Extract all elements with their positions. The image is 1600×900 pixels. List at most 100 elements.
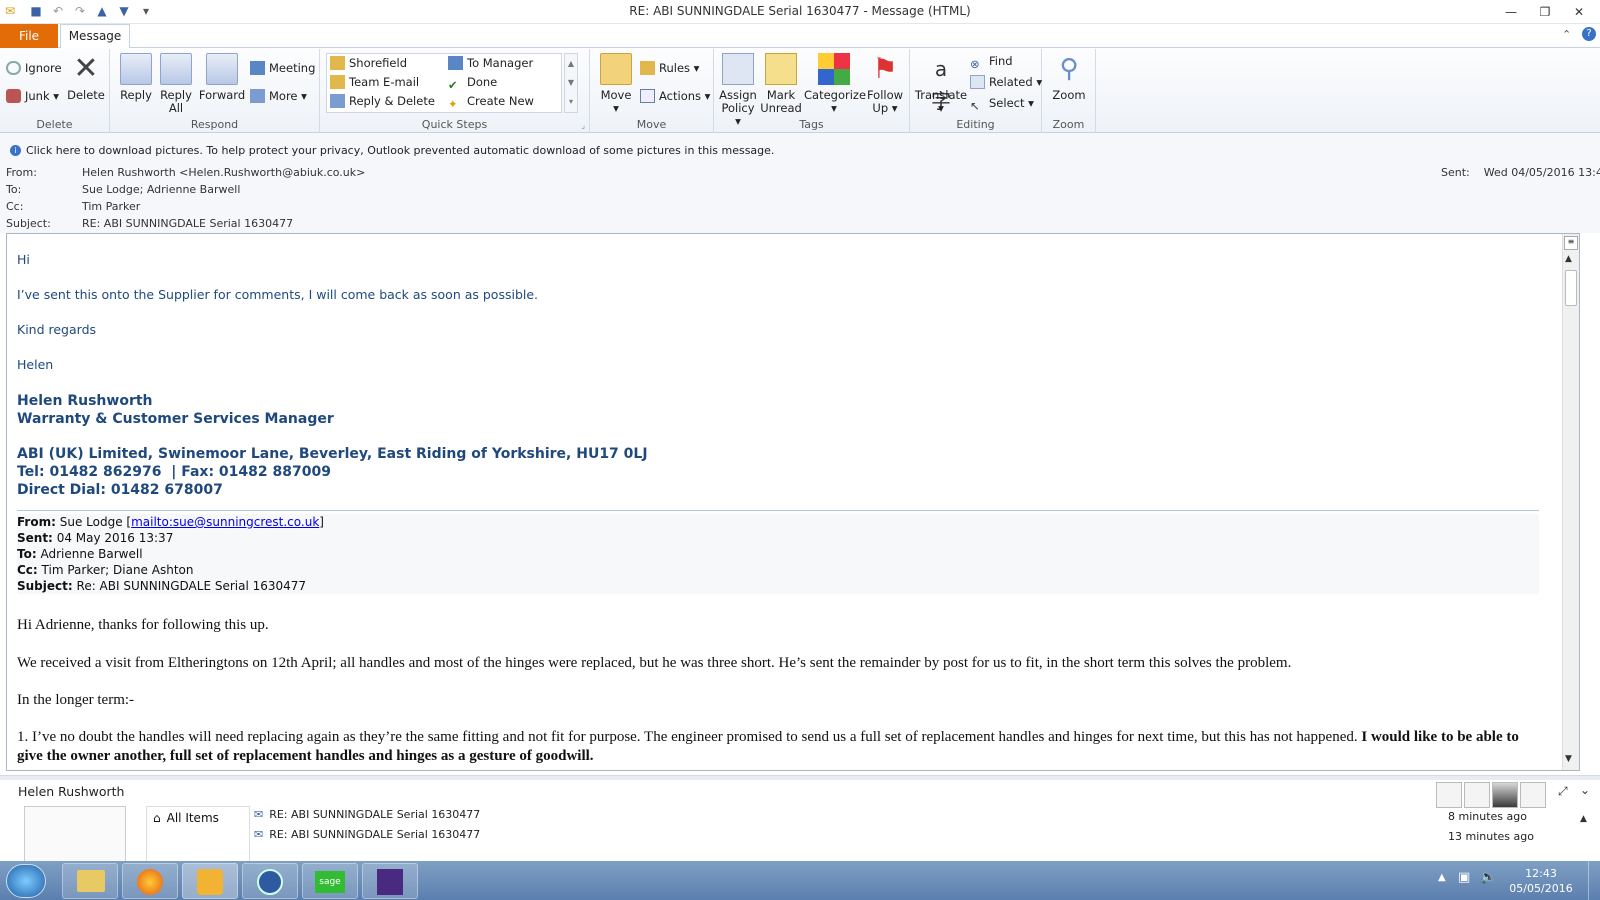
forward-button[interactable]: Forward [198,53,246,102]
scroll-down-icon[interactable]: ▼ [1565,754,1572,764]
related-button[interactable]: Related ▾ [970,73,1042,91]
taskbar-firefox[interactable] [122,863,178,899]
properties-icon[interactable]: ≡ [1564,236,1578,250]
reply-button[interactable]: Reply [116,53,156,102]
tab-file[interactable]: File [0,24,58,48]
restore-button[interactable]: ❐ [1532,2,1558,22]
tab-message[interactable]: Message [60,24,130,49]
expand-pane-icon[interactable]: ⤢ [1558,784,1568,799]
zoom-group: ⚲ Zoom Zoom [1042,49,1096,133]
ignore-icon [6,61,21,75]
mail-item-icon: ✉ [254,808,264,821]
quoted-paragraph-2: We received a visit from Eltheringtons o… [17,655,1292,671]
scroll-thumb[interactable] [1565,270,1577,306]
body-scrollbar[interactable]: ≡ ▲ ▼ [1562,234,1579,770]
people-pane: Helen Rushworth ⤢ ⌄ ⌂ All Items ✉ RE: ABI … [0,775,1600,862]
shorefield-icon [330,56,345,70]
find-button[interactable]: ⊗ Find [970,52,1013,71]
collapse-pane-icon[interactable]: ⌄ [1580,783,1590,797]
move-folder-icon [600,53,632,85]
people-pane-splitter[interactable] [0,776,1600,780]
tray-expand-icon[interactable]: ▲ [1438,872,1446,883]
minimize-ribbon-icon[interactable]: ⌃ [1562,28,1571,41]
taskbar-outlook[interactable] [182,863,238,899]
assign-policy-button[interactable]: Assign Policy ▾ [718,53,758,128]
start-button[interactable] [6,864,46,898]
message-header: From: Helen Rushworth <Helen.Rushworth@ab… [0,160,1600,233]
quoted-from: From: Sue Lodge [mailto:sue@sunningcrest… [17,515,324,529]
quick-step-shorefield[interactable]: Shorefield [330,54,407,72]
people-item-row[interactable]: ✉ RE: ABI SUNNINGDALE Serial 1630477 8 min… [254,808,1574,828]
header-from-value[interactable]: Helen Rushworth <Helen.Rushworth@abiuk.c… [82,166,365,179]
translate-icon: a字 [931,57,951,113]
taskbar-app[interactable] [242,863,298,899]
firefox-icon [137,869,163,895]
meeting-button[interactable]: Meeting [250,59,315,77]
body-greeting: Hi [17,252,30,267]
delete-group-label: Delete [36,118,73,131]
categorize-button[interactable]: Categorize ▾ [804,53,866,115]
header-cc-row: Cc: Tim Parker [6,200,141,213]
follow-up-flag-icon: ⚑ [872,52,898,85]
junk-button[interactable]: Junk ▾ [6,87,59,105]
quick-step-reply-delete[interactable]: Reply & Delete [330,92,435,110]
quoted-header: From: Sue Lodge [mailto:sue@sunningcrest… [17,514,1539,594]
actions-icon [640,89,655,103]
more-button[interactable]: More ▾ [250,87,307,105]
all-items-filter[interactable]: ⌂ All Items [153,811,219,825]
people-item-row[interactable]: ✉ RE: ABI SUNNINGDALE Serial 1630477 13 mi… [254,828,1574,842]
outlook-taskbar-icon [197,869,223,895]
contact-avatar-2[interactable] [1464,782,1490,808]
header-subject-value: RE: ABI SUNNINGDALE Serial 1630477 [82,217,294,230]
quick-steps-scroll[interactable]: ▲ ▼ ▾ [564,53,578,113]
categorize-icon [818,53,850,85]
taskbar-calendar[interactable] [362,863,418,899]
tray-date: 05/05/2016 [1509,882,1573,895]
select-button[interactable]: ↖ Select ▾ [970,94,1034,113]
contact-avatar-photo[interactable] [1492,782,1518,808]
mark-unread-button[interactable]: Mark Unread [760,53,802,115]
body-name: Helen [17,357,54,372]
people-scroll-up-icon[interactable]: ▲ [1580,814,1587,824]
minimize-button[interactable]: — [1498,2,1524,22]
reply-icon [120,53,152,85]
quoted-cc: Cc: Tim Parker; Diane Ashton [17,563,194,577]
actions-button[interactable]: Actions ▾ [640,87,710,105]
taskbar-explorer[interactable] [62,863,118,899]
help-icon[interactable]: ? [1582,27,1596,41]
quick-step-team-email[interactable]: Team E-mail [330,73,419,91]
zoom-button[interactable]: ⚲ Zoom [1046,53,1092,102]
scroll-up-icon[interactable]: ▲ [1565,254,1572,264]
dialog-launcher-icon[interactable]: ⌟ [581,121,585,130]
translate-button[interactable]: a字 Translate ▾ [912,53,970,115]
quick-step-create-new[interactable]: ✦ Create New [448,92,534,111]
message-body[interactable]: Hi I’ve sent this onto the Supplier for … [17,240,1547,766]
header-to-value[interactable]: Sue Lodge; Adrienne Barwell [82,183,240,196]
move-button[interactable]: Move ▾ [596,53,636,115]
quick-steps-group: Shorefield To Manager Team E-mail ✔ Done … [320,49,590,133]
zoom-magnifier-icon: ⚲ [1059,54,1079,84]
delete-button[interactable]: ✕ Delete [66,53,106,102]
quoted-subject: Subject: Re: ABI SUNNINGDALE Serial 1630… [17,579,307,593]
taskbar-sage[interactable]: sage [302,863,358,899]
mailto-link[interactable]: mailto:sue@sunningcrest.co.uk [131,515,319,529]
people-nav: ⌂ All Items [146,806,250,862]
close-button[interactable]: ✕ [1566,2,1592,22]
info-bar-text: Click here to download pictures. To help… [26,144,775,157]
ignore-button[interactable]: Ignore [6,59,62,77]
header-from-row: From: Helen Rushworth <Helen.Rushworth@ab… [6,166,366,179]
reply-all-button[interactable]: Reply All [156,53,196,115]
contact-avatar-1[interactable] [1436,782,1462,808]
header-cc-value[interactable]: Tim Parker [82,200,140,213]
rules-button[interactable]: Rules ▾ [640,59,699,77]
quick-step-to-manager[interactable]: To Manager [448,54,533,72]
quick-step-done[interactable]: ✔ Done [448,73,497,92]
show-desktop-button[interactable] [1588,861,1600,900]
contact-avatar-4[interactable] [1520,782,1546,808]
tray-clock[interactable]: 12:43 05/05/2016 [1506,866,1576,896]
follow-up-button[interactable]: ⚑ Follow Up ▾ [864,53,906,115]
volume-icon[interactable]: 🔈 [1480,870,1496,885]
network-icon[interactable]: ▣ [1458,870,1470,885]
tags-group: Assign Policy ▾ Mark Unread Categorize ▾ ⚑ F… [714,49,910,133]
more-icon [250,89,265,103]
